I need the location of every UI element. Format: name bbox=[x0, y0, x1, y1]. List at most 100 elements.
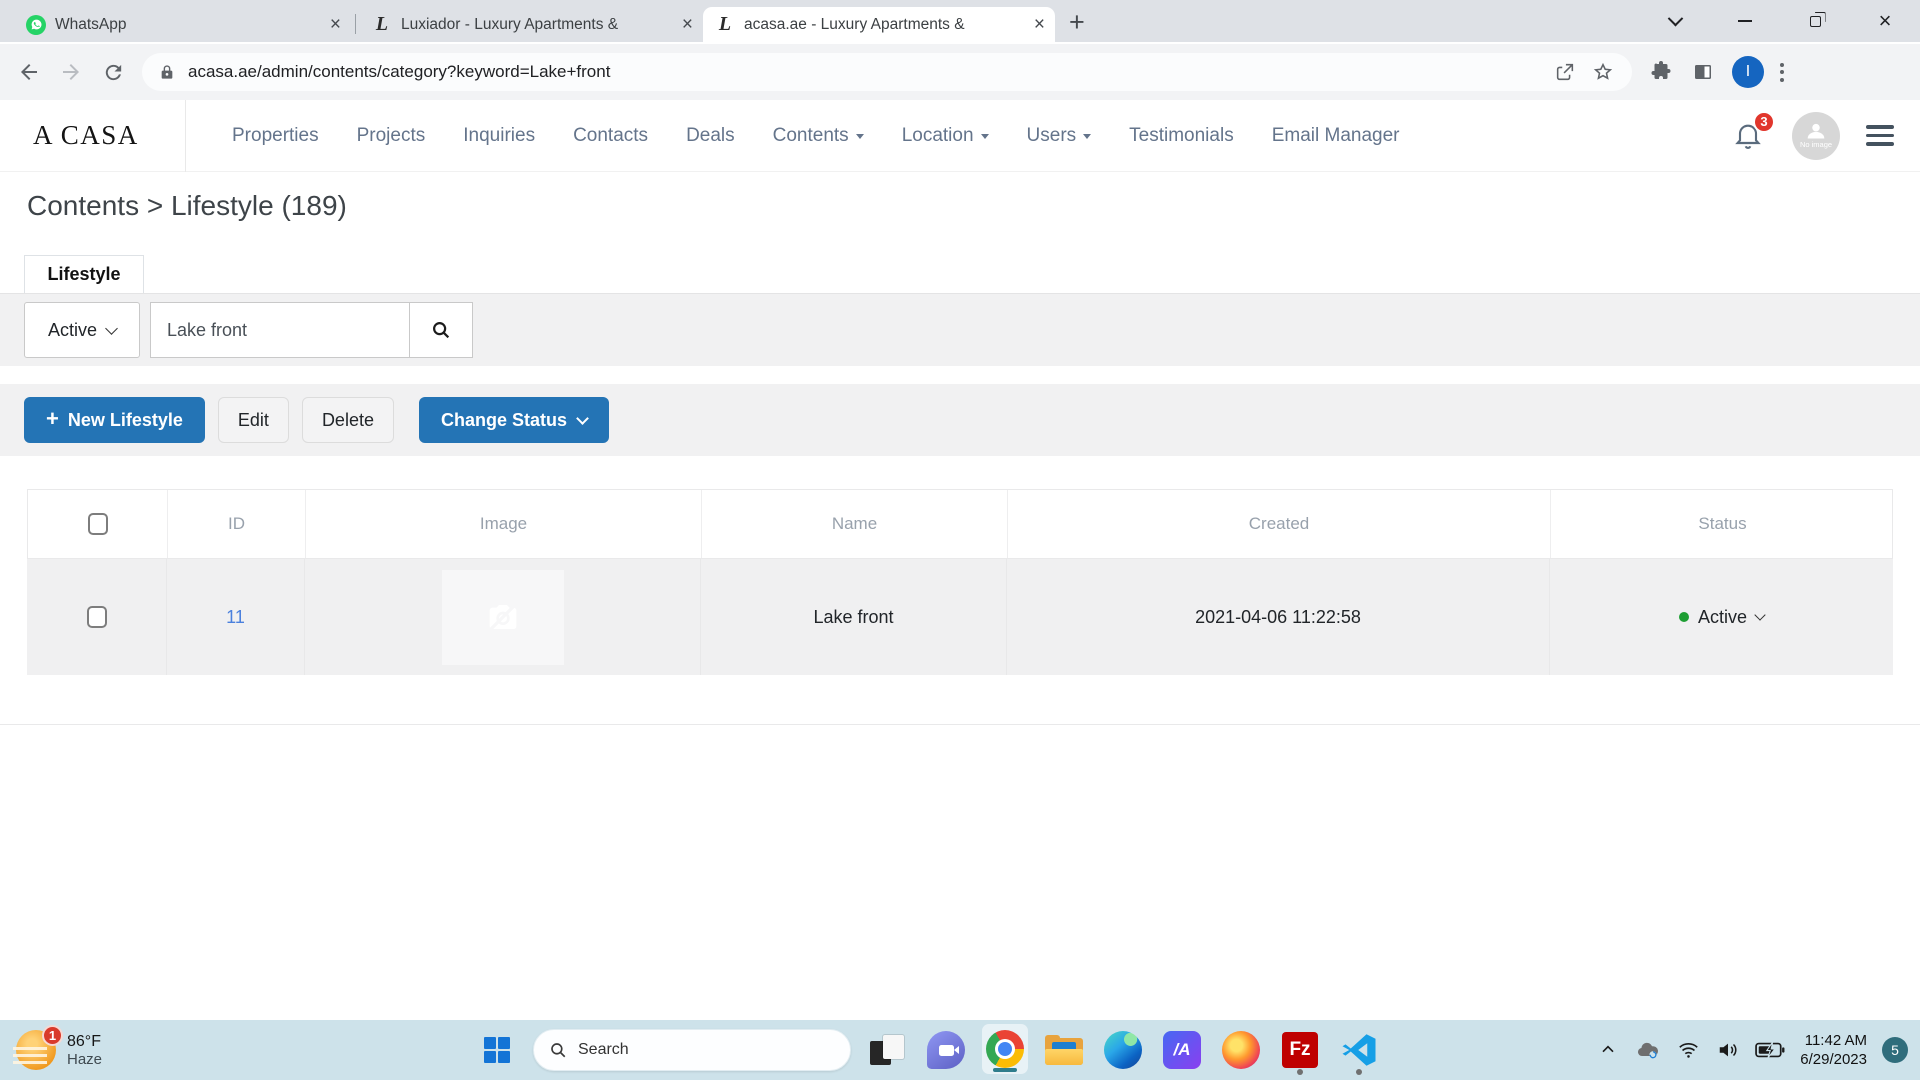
tab-acasa-active[interactable]: L acasa.ae - Luxury Apartments & × bbox=[703, 7, 1055, 42]
tray-time: 11:42 AM bbox=[1800, 1031, 1867, 1051]
whatsapp-icon bbox=[26, 15, 46, 35]
row-select-cell bbox=[27, 559, 167, 675]
row-id-cell: 11 bbox=[167, 559, 305, 675]
hamburger-menu-icon[interactable] bbox=[1866, 125, 1894, 146]
tray-chevron-up-icon[interactable] bbox=[1598, 1040, 1618, 1060]
new-tab-button[interactable]: + bbox=[1069, 9, 1085, 36]
restore-button[interactable] bbox=[1780, 0, 1850, 42]
tab-title: WhatsApp bbox=[55, 16, 321, 34]
new-lifestyle-button[interactable]: + New Lifestyle bbox=[24, 397, 205, 443]
firefox-button[interactable] bbox=[1218, 1022, 1264, 1078]
chat-icon bbox=[927, 1031, 965, 1069]
extensions-icon[interactable] bbox=[1648, 59, 1674, 85]
nav-item-email-manager[interactable]: Email Manager bbox=[1272, 125, 1400, 147]
row-checkbox[interactable] bbox=[87, 606, 107, 628]
delete-button[interactable]: Delete bbox=[302, 397, 394, 443]
browser-profile-avatar[interactable]: I bbox=[1732, 56, 1764, 88]
wifi-icon[interactable] bbox=[1676, 1039, 1701, 1061]
tab-luxiador[interactable]: L Luxiador - Luxury Apartments & × bbox=[360, 7, 703, 42]
back-icon[interactable] bbox=[16, 59, 42, 85]
nav-item-testimonials[interactable]: Testimonials bbox=[1129, 125, 1234, 147]
file-explorer-button[interactable] bbox=[1041, 1022, 1087, 1078]
change-status-button[interactable]: Change Status bbox=[419, 397, 609, 443]
edge-icon bbox=[1104, 1031, 1142, 1069]
status-dot-icon bbox=[1679, 612, 1689, 622]
nav-item-deals[interactable]: Deals bbox=[686, 125, 735, 147]
close-button[interactable]: × bbox=[1850, 0, 1920, 42]
firefox-icon bbox=[1222, 1031, 1260, 1069]
header-image: Image bbox=[306, 490, 702, 558]
tab-close-icon[interactable]: × bbox=[682, 15, 693, 34]
nav-item-location[interactable]: Location bbox=[902, 125, 989, 147]
header-status: Status bbox=[1551, 490, 1894, 558]
nav-item-properties[interactable]: Properties bbox=[232, 125, 319, 147]
chevron-down-icon bbox=[576, 412, 589, 425]
action-toolbar: + New Lifestyle Edit Delete Change Statu… bbox=[0, 384, 1920, 456]
browser-menu-icon[interactable] bbox=[1780, 63, 1784, 82]
lock-icon[interactable] bbox=[158, 59, 176, 85]
notification-center-badge[interactable]: 5 bbox=[1882, 1037, 1908, 1063]
person-icon bbox=[1806, 123, 1826, 139]
minimize-button[interactable] bbox=[1710, 0, 1780, 42]
header-created: Created bbox=[1008, 490, 1551, 558]
site-logo[interactable]: A CASA bbox=[33, 120, 139, 151]
taskbar-search-label: Search bbox=[578, 1041, 629, 1059]
side-panel-icon[interactable] bbox=[1690, 59, 1716, 85]
purple-app-button[interactable]: /A bbox=[1159, 1022, 1205, 1078]
clock[interactable]: 11:42 AM 6/29/2023 bbox=[1800, 1031, 1867, 1070]
task-view-button[interactable] bbox=[864, 1022, 910, 1078]
weather-widget[interactable]: 1 86°F Haze bbox=[16, 1020, 102, 1080]
user-avatar[interactable]: No image bbox=[1792, 112, 1840, 160]
volume-icon[interactable] bbox=[1716, 1039, 1740, 1061]
nav-item-projects[interactable]: Projects bbox=[357, 125, 426, 147]
reload-icon[interactable] bbox=[100, 59, 126, 85]
status-filter-dropdown[interactable]: Active bbox=[24, 302, 140, 358]
vscode-button[interactable] bbox=[1336, 1022, 1382, 1078]
windows-taskbar: 1 86°F Haze Search bbox=[0, 1020, 1920, 1080]
bookmark-star-icon[interactable] bbox=[1590, 59, 1616, 85]
weather-text: 86°F Haze bbox=[67, 1033, 102, 1068]
address-bar[interactable]: acasa.ae/admin/contents/category?keyword… bbox=[142, 53, 1632, 91]
edit-button[interactable]: Edit bbox=[218, 397, 289, 443]
admin-navbar: A CASA Properties Projects Inquiries Con… bbox=[0, 100, 1920, 172]
tab-whatsapp[interactable]: WhatsApp × bbox=[14, 7, 351, 42]
haze-weather-icon: 1 bbox=[16, 1030, 56, 1070]
tab-close-icon[interactable]: × bbox=[330, 15, 341, 34]
chat-button[interactable] bbox=[923, 1022, 969, 1078]
weather-temp: 86°F bbox=[67, 1033, 102, 1051]
nav-item-inquiries[interactable]: Inquiries bbox=[463, 125, 535, 147]
logo-container[interactable]: A CASA bbox=[0, 100, 186, 172]
id-link[interactable]: 11 bbox=[226, 607, 245, 628]
keyword-search-input[interactable] bbox=[150, 302, 410, 358]
chrome-icon bbox=[986, 1030, 1024, 1068]
onedrive-cloud-icon[interactable] bbox=[1633, 1038, 1661, 1062]
select-all-checkbox[interactable] bbox=[88, 513, 108, 535]
chrome-button[interactable] bbox=[982, 1024, 1028, 1074]
search-button[interactable] bbox=[409, 302, 473, 358]
edge-button[interactable] bbox=[1100, 1022, 1146, 1078]
tab-search-chevron-icon[interactable] bbox=[1640, 0, 1710, 42]
filezilla-icon: Fz bbox=[1282, 1032, 1318, 1068]
search-icon bbox=[430, 319, 452, 341]
tab-title: Luxiador - Luxury Apartments & bbox=[401, 16, 673, 34]
share-icon[interactable] bbox=[1552, 59, 1578, 85]
notifications-bell[interactable]: 3 bbox=[1732, 118, 1766, 154]
filter-bar: Active bbox=[0, 293, 1920, 366]
start-button[interactable] bbox=[474, 1022, 520, 1078]
tab-close-icon[interactable]: × bbox=[1034, 15, 1045, 34]
tab-lifestyle[interactable]: Lifestyle bbox=[24, 255, 144, 293]
nav-menu: Properties Projects Inquiries Contacts D… bbox=[232, 125, 1399, 147]
nav-item-users[interactable]: Users bbox=[1027, 125, 1092, 147]
nav-item-contents[interactable]: Contents bbox=[773, 125, 864, 147]
taskbar-search[interactable]: Search bbox=[533, 1029, 851, 1071]
nav-right-cluster: 3 No image bbox=[1732, 112, 1920, 160]
filezilla-button[interactable]: Fz bbox=[1277, 1022, 1323, 1078]
url-text[interactable]: acasa.ae/admin/contents/category?keyword… bbox=[188, 62, 1540, 82]
browser-tab-strip: WhatsApp × L Luxiador - Luxury Apartment… bbox=[0, 0, 1920, 42]
header-name: Name bbox=[702, 490, 1008, 558]
window-controls: × bbox=[1640, 0, 1920, 42]
battery-charging-icon[interactable] bbox=[1755, 1041, 1785, 1059]
nav-item-contacts[interactable]: Contacts bbox=[573, 125, 648, 147]
forward-icon[interactable] bbox=[58, 59, 84, 85]
status-dropdown[interactable]: Active bbox=[1679, 607, 1764, 628]
